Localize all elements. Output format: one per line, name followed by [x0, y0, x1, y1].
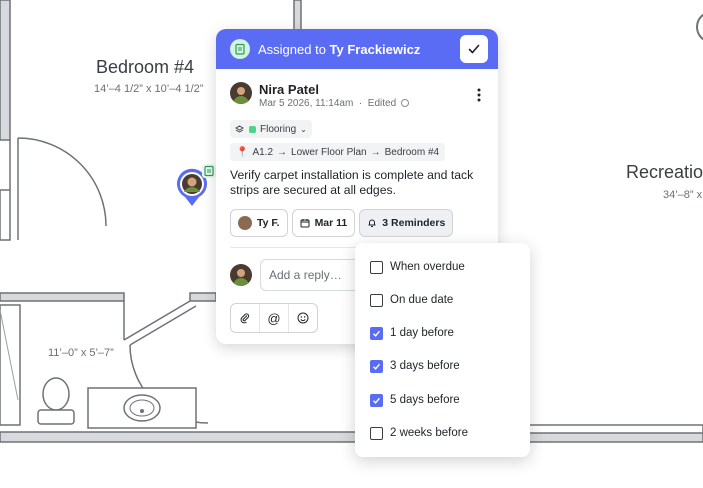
assigned-to-label: Assigned to Ty Frackiewicz: [258, 42, 420, 57]
tag-color-dot: [249, 125, 256, 133]
checkmark-icon: [468, 44, 480, 54]
reminders-label: 3 Reminders: [382, 217, 446, 229]
room-dims-recreation: 34’–8” x: [663, 189, 703, 201]
card-header: Assigned to Ty Frackiewicz: [216, 29, 498, 69]
meta-separator: ·: [356, 98, 368, 109]
author-name: Nira Patel: [259, 82, 319, 97]
comment-author: Nira Patel Mar 5 2026, 11:14am · Edited: [230, 82, 486, 112]
crumb-plan: Lower Floor Plan: [291, 146, 367, 158]
crumb-room: Bedroom #4: [384, 146, 440, 158]
author-meta: Mar 5 2026, 11:14am · Edited: [259, 98, 409, 109]
emoji-button[interactable]: [289, 304, 317, 332]
avatar: [230, 264, 252, 286]
reminder-option[interactable]: On due date: [370, 291, 453, 309]
reminders-dropdown: When overdue On due date 1 day before 3 …: [355, 243, 530, 457]
reminder-label: 2 weeks before: [390, 427, 468, 439]
more-options-icon[interactable]: [472, 86, 486, 104]
clipboard-icon: [230, 39, 250, 59]
edited-label: Edited: [367, 98, 397, 109]
tag-label: Flooring: [260, 123, 297, 135]
assignee-chip-label: Ty F.: [257, 217, 280, 229]
due-date-label: Mar 11: [314, 217, 348, 229]
at-sign-icon: @: [267, 310, 281, 326]
mention-button[interactable]: @: [260, 304, 289, 332]
checkbox-checked[interactable]: [370, 359, 383, 373]
checkmark-icon: [373, 397, 381, 404]
resolve-button[interactable]: [460, 35, 488, 63]
assignee-name: Ty Frackiewicz: [329, 41, 421, 57]
comment-timestamp: Mar 5 2026, 11:14am: [259, 98, 354, 109]
checkbox-checked[interactable]: [370, 393, 383, 407]
crumb-sheet: A1.2: [252, 146, 274, 158]
bell-icon: [368, 219, 376, 227]
checkmark-icon: [373, 363, 381, 370]
paperclip-icon: [240, 313, 250, 324]
checkbox[interactable]: [370, 293, 383, 307]
room-name-bedroom: Bedroom #4: [96, 57, 195, 77]
room-dims-bedroom: 14’–4 1/2” x 10’–4 1/2”: [94, 83, 204, 95]
assigned-prefix: Assigned to: [258, 41, 330, 57]
checkmark-icon: [373, 330, 381, 337]
reminder-option[interactable]: When overdue: [370, 258, 465, 276]
reply-toolbar: @: [230, 303, 318, 333]
reminder-label: 3 days before: [390, 360, 460, 372]
checkbox-checked[interactable]: [370, 326, 383, 340]
note-badge-icon: [202, 164, 216, 178]
assignee-chip[interactable]: Ty F.: [230, 209, 288, 237]
smiley-icon: [297, 312, 309, 324]
assignee-avatar: [238, 216, 252, 230]
comment-chips: Ty F. Mar 11 3 Reminders: [230, 209, 454, 237]
location-breadcrumb[interactable]: 📍 A1.2 → Lower Floor Plan → Bedroom #4: [230, 143, 446, 161]
reminder-option[interactable]: 5 days before: [370, 391, 460, 409]
reminder-option[interactable]: 1 day before: [370, 324, 454, 342]
checkbox[interactable]: [370, 426, 383, 440]
room-dims-bath: 11’–0” x 5’–7”: [48, 347, 114, 359]
arrow-right-icon: →: [277, 146, 288, 158]
calendar-icon: [300, 219, 310, 228]
due-date-chip[interactable]: Mar 11: [291, 209, 356, 237]
layers-icon: [235, 124, 244, 133]
reminder-option[interactable]: 2 weeks before: [370, 424, 468, 442]
arrow-right-icon: →: [370, 146, 381, 158]
reminder-label: 1 day before: [390, 327, 454, 339]
reminder-label: On due date: [390, 294, 454, 306]
reminder-label: 5 days before: [390, 394, 460, 406]
category-tag[interactable]: Flooring ⌄: [230, 120, 312, 138]
chevron-down-icon: ⌄: [300, 124, 307, 134]
checkbox[interactable]: [370, 260, 383, 274]
reminder-option[interactable]: 3 days before: [370, 357, 460, 375]
avatar: [230, 82, 252, 104]
reminder-label: When overdue: [390, 261, 465, 273]
comment-body: Verify carpet installation is complete a…: [230, 168, 474, 197]
attach-button[interactable]: [231, 304, 260, 332]
reminders-chip[interactable]: 3 Reminders: [359, 209, 454, 237]
room-name-recreation: Recreatio: [626, 162, 703, 182]
info-icon: [400, 99, 409, 107]
map-pin-icon: 📍: [236, 146, 249, 158]
